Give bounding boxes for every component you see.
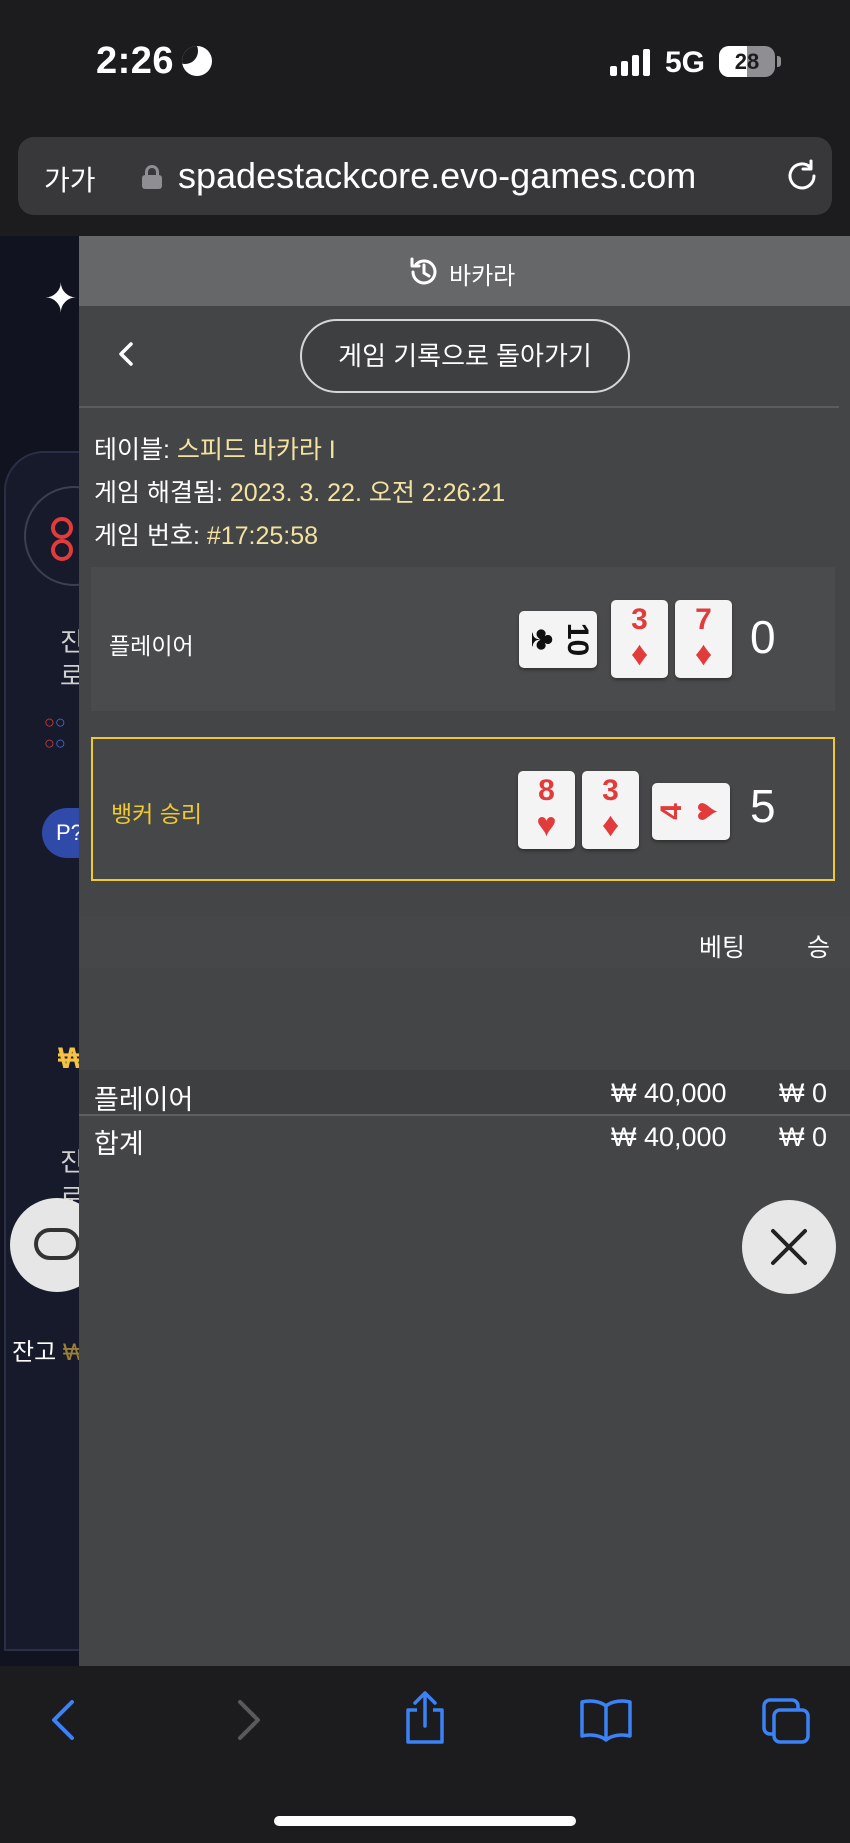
battery-icon: 28 bbox=[719, 46, 775, 77]
bet-row-amount: ₩ 40,000 bbox=[611, 1122, 727, 1152]
status-time: 2:26 bbox=[96, 40, 175, 82]
banker-score: 5 bbox=[750, 780, 776, 832]
playing-card: 4 ♥ bbox=[652, 783, 730, 840]
game-history-modal: 바카라 게임 기록으로 돌아가기 테이블: 스피드 바카라 I 게임 해결됨: … bbox=[79, 236, 850, 1666]
battery-level: 28 bbox=[734, 49, 760, 74]
table-icon bbox=[34, 1228, 80, 1260]
text-size-button[interactable]: 가가 bbox=[44, 159, 96, 199]
bet-row-name: 플레이어 bbox=[94, 1085, 194, 1115]
back-arrow-icon[interactable] bbox=[109, 336, 145, 372]
table-info: 테이블: 스피드 바카라 I bbox=[94, 430, 336, 466]
player-score: 0 bbox=[750, 611, 776, 663]
game-number-value: #17:25:58 bbox=[206, 522, 319, 550]
browser-toolbar bbox=[0, 1666, 850, 1843]
bet-row-win: ₩ 0 bbox=[779, 1122, 828, 1152]
bet-row-total: 합계 ₩ 40,000 ₩ 0 bbox=[79, 1114, 850, 1160]
close-button[interactable] bbox=[742, 1200, 836, 1294]
history-icon bbox=[410, 257, 437, 285]
address-bar[interactable]: 가가 spadestackcore.evo-games.com bbox=[18, 137, 832, 215]
game-number-info: 게임 번호: #17:25:58 bbox=[94, 516, 318, 552]
battery-tip bbox=[777, 56, 781, 67]
forward-icon[interactable] bbox=[228, 1696, 268, 1744]
resolved-label: 게임 해결됨: bbox=[94, 479, 230, 507]
close-icon bbox=[771, 1229, 807, 1265]
home-indicator bbox=[274, 1816, 576, 1826]
network-type: 5G bbox=[665, 46, 706, 79]
modal-title: 바카라 bbox=[449, 263, 516, 290]
win-column-header: 승 bbox=[807, 934, 831, 962]
resolved-value: 2023. 3. 22. 오전 2:26:21 bbox=[229, 479, 506, 507]
bets-header: 베팅 승 bbox=[79, 916, 850, 968]
bet-row-player: 플레이어 ₩ 40,000 ₩ 0 bbox=[79, 1070, 850, 1116]
playing-card: 8 ♥ bbox=[518, 771, 575, 849]
bet-column-header: 베팅 bbox=[699, 934, 746, 962]
bet-row-win: ₩ 0 bbox=[779, 1078, 828, 1108]
back-icon[interactable] bbox=[44, 1696, 84, 1744]
game-number-label: 게임 번호: bbox=[94, 522, 207, 550]
signal-icon bbox=[610, 48, 650, 76]
tabs-icon[interactable] bbox=[760, 1696, 812, 1746]
playing-card: 3 ♦ bbox=[611, 600, 668, 678]
banker-hand: 뱅커 승리 8 ♥ 3 ♦ 4 ♥ 5 bbox=[91, 737, 835, 881]
table-label: 테이블: bbox=[94, 436, 177, 464]
divider bbox=[79, 406, 839, 408]
brand-logo-icon: ✦ bbox=[44, 277, 78, 321]
table-value: 스피드 바카라 I bbox=[176, 436, 336, 464]
status-bar: 2:26 5G 28 bbox=[0, 0, 850, 125]
playing-card: 7 ♦ bbox=[675, 600, 732, 678]
player-hand-label: 플레이어 bbox=[109, 633, 194, 659]
lock-icon bbox=[142, 165, 162, 189]
moon-icon bbox=[182, 46, 212, 76]
reload-icon[interactable] bbox=[784, 158, 820, 194]
banker-hand-label: 뱅커 승리 bbox=[111, 801, 203, 827]
playing-card: 10 ♣ bbox=[519, 611, 597, 668]
balance-label: 잔고 bbox=[12, 1339, 57, 1366]
share-icon[interactable] bbox=[402, 1690, 448, 1746]
url-text[interactable]: spadestackcore.evo-games.com bbox=[178, 155, 696, 197]
resolved-info: 게임 해결됨: 2023. 3. 22. 오전 2:26:21 bbox=[94, 473, 505, 509]
modal-header: 바카라 bbox=[79, 236, 850, 306]
back-to-history-button[interactable]: 게임 기록으로 돌아가기 bbox=[300, 319, 630, 393]
background-roadmap: ○○ ○○ bbox=[44, 712, 66, 753]
bet-row-name: 합계 bbox=[94, 1129, 144, 1159]
player-hand: 플레이어 10 ♣ 3 ♦ 7 ♦ 0 bbox=[91, 567, 835, 711]
playing-card: 3 ♦ bbox=[582, 771, 639, 849]
bet-row-amount: ₩ 40,000 bbox=[611, 1078, 727, 1108]
bookmarks-icon[interactable] bbox=[578, 1696, 634, 1744]
